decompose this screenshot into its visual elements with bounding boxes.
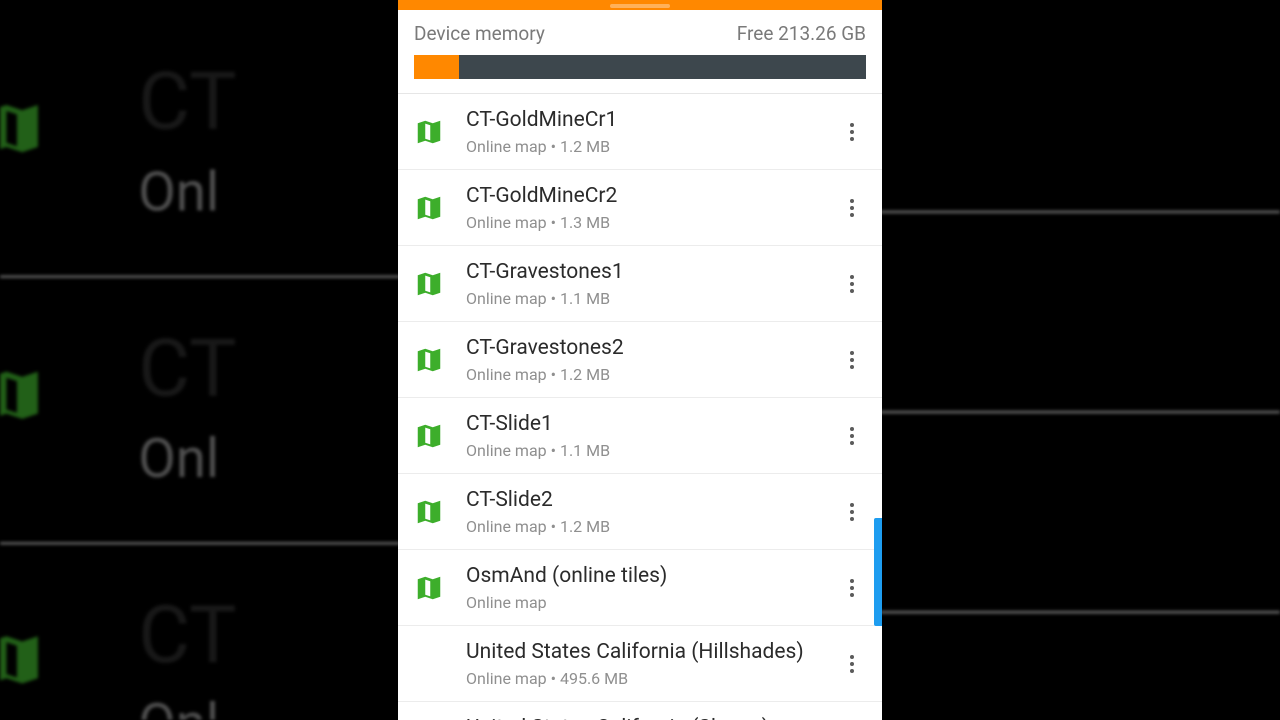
storage-label: Device memory [414,22,545,45]
more-menu-button[interactable] [834,576,870,600]
item-title: CT-Slide2 [466,487,834,513]
item-subtitle: Online map • 1.3 MB [466,213,834,232]
map-icon [414,117,444,147]
list-item[interactable]: CT-GoldMineCr2 Online map • 1.3 MB [398,170,882,246]
map-icon [414,573,444,603]
list-item[interactable]: OsmAnd (online tiles) Online map [398,550,882,626]
kebab-icon [850,272,854,296]
map-list: CT-GoldMineCr1Online map • 1.2 MBCT-Gold… [398,93,882,720]
item-title: CT-Slide1 [466,411,834,437]
kebab-icon [850,500,854,524]
item-title: United States California (Hillshades) [466,639,834,665]
kebab-icon [850,652,854,676]
storage-bar-used [414,55,459,79]
item-title: CT-GoldMineCr1 [466,107,834,133]
map-icon [414,345,444,375]
tab-bar [398,0,882,10]
kebab-icon [850,196,854,220]
list-item[interactable]: United States California (Hillshades) Onl… [398,626,882,702]
item-subtitle: Online map • 495.6 MB [466,669,834,688]
item-subtitle: Online map • 1.2 MB [466,365,834,384]
item-subtitle: Online map • 1.2 MB [466,137,834,156]
kebab-icon [850,576,854,600]
map-icon [414,269,444,299]
background-ghost-right [840,0,1280,720]
item-title: CT-Gravestones1 [466,259,834,285]
list-item[interactable]: CT-GoldMineCr1 Online map • 1.2 MB [398,94,882,170]
more-menu-button[interactable] [834,272,870,296]
map-icon [414,497,444,527]
list-item[interactable]: CT-Gravestones1 Online map • 1.1 MB [398,246,882,322]
map-icon [414,193,444,223]
item-title: United States California (Slopes) [466,715,834,720]
list-item[interactable]: CT-Slide1 Online map • 1.1 MB [398,398,882,474]
background-ghost-left: CTOnl CTOnl CTOnl CTOnl [0,0,440,720]
item-title: CT-GoldMineCr2 [466,183,834,209]
kebab-icon [850,120,854,144]
storage-free: Free 213.26 GB [737,22,866,45]
more-menu-button[interactable] [834,348,870,372]
more-menu-button[interactable] [834,120,870,144]
list-item[interactable]: United States California (Slopes)Online … [398,702,882,720]
more-menu-button[interactable] [834,652,870,676]
storage-panel: Device memory Free 213.26 GB [398,10,882,93]
more-menu-button[interactable] [834,500,870,524]
list-item[interactable]: CT-Gravestones2 Online map • 1.2 MB [398,322,882,398]
map-icon [0,97,75,189]
kebab-icon [850,348,854,372]
kebab-icon [850,424,854,448]
item-title: OsmAnd (online tiles) [466,563,834,589]
more-menu-button[interactable] [834,196,870,220]
scrollbar-thumb[interactable] [874,518,882,626]
item-subtitle: Online map • 1.1 MB [466,441,834,460]
more-menu-button[interactable] [834,424,870,448]
item-subtitle: Online map • 1.2 MB [466,517,834,536]
item-title: CT-Gravestones2 [466,335,834,361]
item-subtitle: Online map • 1.1 MB [466,289,834,308]
map-icon [414,421,444,451]
list-item[interactable]: CT-Slide2 Online map • 1.2 MB [398,474,882,550]
app-screen: Device memory Free 213.26 GB CT-GoldMine… [398,0,882,720]
item-subtitle: Online map [466,593,834,612]
storage-bar[interactable] [414,55,866,79]
